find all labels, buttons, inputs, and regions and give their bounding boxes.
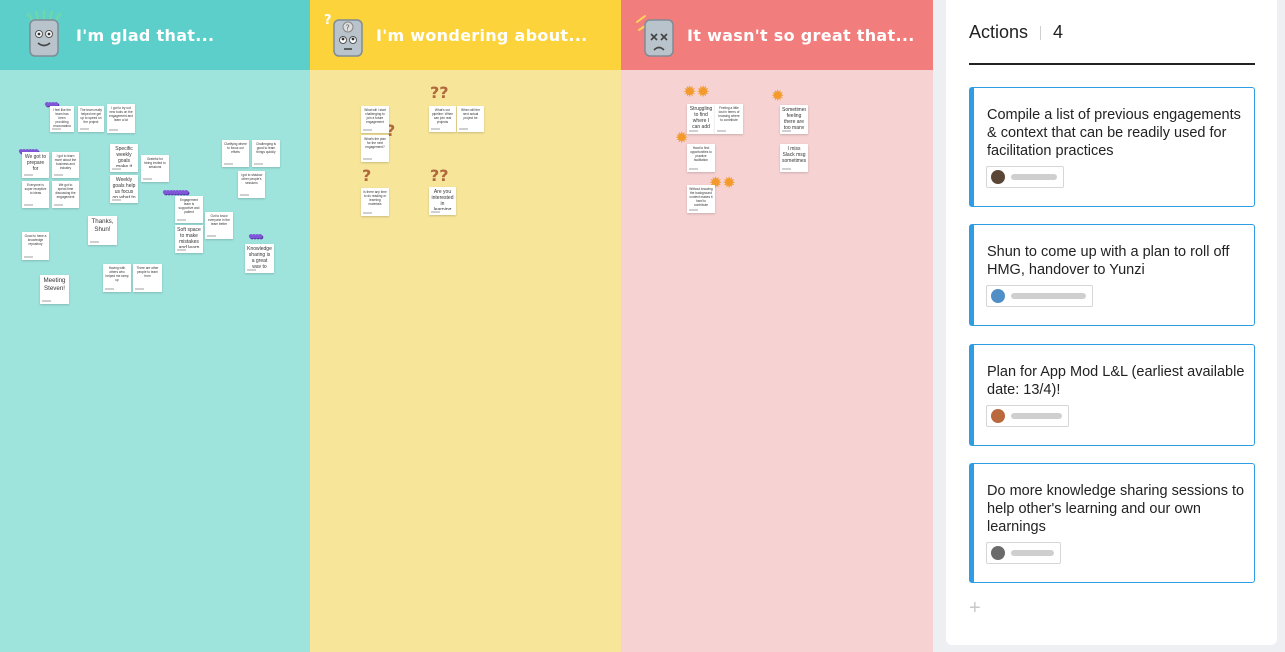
assignee-chip[interactable] bbox=[986, 405, 1069, 427]
action-card[interactable]: Do more knowledge sharing sessions to he… bbox=[969, 463, 1255, 583]
assignee-name-redacted bbox=[1011, 550, 1054, 556]
sticky-note[interactable]: We got to spend time discussing the enga… bbox=[52, 181, 79, 208]
avatar bbox=[991, 289, 1005, 303]
action-card[interactable]: Shun to come up with a plan to roll off … bbox=[969, 224, 1255, 326]
sticky-note[interactable]: Is there any time to do reading or learn… bbox=[361, 188, 389, 216]
fire-reaction-icon[interactable]: ✹✹ bbox=[683, 85, 710, 101]
sticky-note[interactable]: I feel like the team has been providing … bbox=[50, 106, 74, 132]
assignee-chip[interactable] bbox=[986, 542, 1061, 564]
sticky-note[interactable]: Clarifying where to focus our efforts bbox=[222, 140, 249, 167]
robot-sad-icon bbox=[636, 15, 674, 57]
assignee-name-redacted bbox=[1011, 293, 1086, 299]
action-text: Shun to come up with a plan to roll off … bbox=[987, 244, 1230, 278]
action-card[interactable]: Compile a list of previous engagements &… bbox=[969, 87, 1255, 207]
actions-count: 4 bbox=[1053, 22, 1064, 42]
header-divider bbox=[969, 63, 1255, 65]
sticky-note[interactable]: Good to have a knowledge repository bbox=[22, 232, 49, 260]
actions-panel: Actions 4 Compile a list of previous eng… bbox=[946, 0, 1277, 645]
sticky-note[interactable]: Feeling a little lost in terms of knowin… bbox=[715, 104, 743, 134]
divider bbox=[1040, 25, 1042, 40]
avatar bbox=[991, 409, 1005, 423]
sticky-note[interactable]: Engagement team is supportive and patien… bbox=[175, 196, 203, 223]
svg-text:?: ? bbox=[346, 24, 350, 33]
svg-text:?: ? bbox=[324, 13, 332, 28]
sticky-note[interactable]: I miss Slack msg sometimes bbox=[780, 144, 808, 172]
sticky-note[interactable]: Everyone is super receptive to ideas bbox=[22, 181, 49, 208]
avatar bbox=[991, 546, 1005, 560]
sticky-note[interactable]: Knowledge sharing is a great way to lear… bbox=[245, 244, 274, 273]
sticky-note[interactable]: Hard to find opportunities to practice f… bbox=[687, 144, 715, 172]
retro-board: I'm glad that... ●●●● ●●●●●● ●●●●●●●● ●●… bbox=[0, 0, 933, 652]
sticky-note[interactable]: The team really helped me get up to spee… bbox=[78, 106, 104, 132]
grapes-reaction-icon[interactable]: ●●●● bbox=[248, 230, 263, 243]
sticky-note[interactable]: Got to know everyone in the team better bbox=[205, 212, 233, 239]
column-not-great-header: It wasn't so great that... bbox=[621, 0, 933, 70]
column-glad-title: I'm glad that... bbox=[76, 25, 215, 45]
column-wondering-title: I'm wondering about... bbox=[376, 25, 588, 45]
question-reaction-icon[interactable]: ?? bbox=[430, 168, 449, 184]
sticky-note[interactable]: Struggling to find where I can add more … bbox=[687, 104, 715, 134]
sticky-note[interactable]: I got to try out new tools on the engage… bbox=[107, 104, 135, 133]
robot-wondering-icon: ? ? bbox=[324, 13, 363, 57]
sticky-note[interactable]: Are you interested in learning some algo… bbox=[429, 187, 456, 215]
sticky-note[interactable]: I got to learn more about the business a… bbox=[52, 152, 79, 178]
actions-header: Actions 4 bbox=[969, 22, 1063, 43]
sticky-note[interactable]: Having with others who helped me ramp up bbox=[103, 264, 131, 292]
plus-icon[interactable]: + bbox=[969, 598, 981, 618]
fire-reaction-icon[interactable]: ✹ bbox=[771, 89, 784, 105]
assignee-chip[interactable] bbox=[986, 285, 1093, 307]
sticky-note[interactable]: Sometimes feeling there are too many mee… bbox=[780, 105, 808, 134]
sticky-note[interactable]: Grateful for being invited to sessions bbox=[141, 155, 169, 182]
assignee-chip[interactable] bbox=[986, 166, 1064, 188]
sticky-note[interactable]: Meeting Steven! bbox=[40, 275, 69, 304]
sticky-note[interactable]: Without knowing the background context m… bbox=[687, 185, 715, 213]
column-wondering-header: ? ? I'm wondering about... bbox=[310, 0, 621, 70]
sticky-note[interactable]: Soft space to make mistakes and learn an… bbox=[175, 225, 203, 253]
assignee-name-redacted bbox=[1011, 174, 1057, 180]
actions-title: Actions bbox=[969, 22, 1029, 42]
question-reaction-icon[interactable]: ?? bbox=[430, 85, 449, 101]
column-not-great: It wasn't so great that... ✹✹ ✹ ✹ ✹✹ Str… bbox=[621, 0, 933, 652]
action-text: Compile a list of previous engagements &… bbox=[987, 107, 1241, 159]
column-not-great-title: It wasn't so great that... bbox=[687, 25, 915, 45]
robot-happy-icon bbox=[26, 10, 62, 57]
sticky-note[interactable]: Specific weekly goals make it clear what… bbox=[110, 144, 138, 172]
sticky-note[interactable]: Weekly goals help us focus on what to ac… bbox=[110, 175, 138, 203]
sticky-note[interactable]: What will I start challenging to join a … bbox=[361, 106, 389, 133]
sticky-note[interactable]: What's the plan for the next engagement? bbox=[361, 135, 389, 162]
column-glad-header: I'm glad that... bbox=[0, 0, 310, 70]
action-card[interactable]: Plan for App Mod L&L (earliest available… bbox=[969, 344, 1255, 446]
action-text: Do more knowledge sharing sessions to he… bbox=[987, 483, 1245, 535]
sticky-note[interactable]: Thanks, Shun! bbox=[88, 216, 117, 245]
sticky-note[interactable]: I got to shadow other people's sessions bbox=[238, 171, 265, 198]
sticky-note[interactable]: Challenging is good to learn things quic… bbox=[252, 140, 280, 167]
sticky-note[interactable]: When will the next actual project be bbox=[457, 106, 484, 132]
column-glad: I'm glad that... ●●●● ●●●●●● ●●●●●●●● ●●… bbox=[0, 0, 310, 652]
sticky-note[interactable]: We got to prepare for engagement bbox=[22, 152, 49, 178]
sticky-note[interactable]: There are other people to learn from bbox=[133, 264, 162, 292]
question-reaction-icon[interactable]: ? bbox=[362, 168, 371, 184]
assignee-name-redacted bbox=[1011, 413, 1062, 419]
avatar bbox=[991, 170, 1005, 184]
column-wondering: ? ? I'm wondering about... ?? ? ? ?? Wha… bbox=[310, 0, 621, 652]
action-text: Plan for App Mod L&L (earliest available… bbox=[987, 364, 1245, 398]
sticky-note[interactable]: What's our pipeline: When can join real … bbox=[429, 106, 456, 132]
